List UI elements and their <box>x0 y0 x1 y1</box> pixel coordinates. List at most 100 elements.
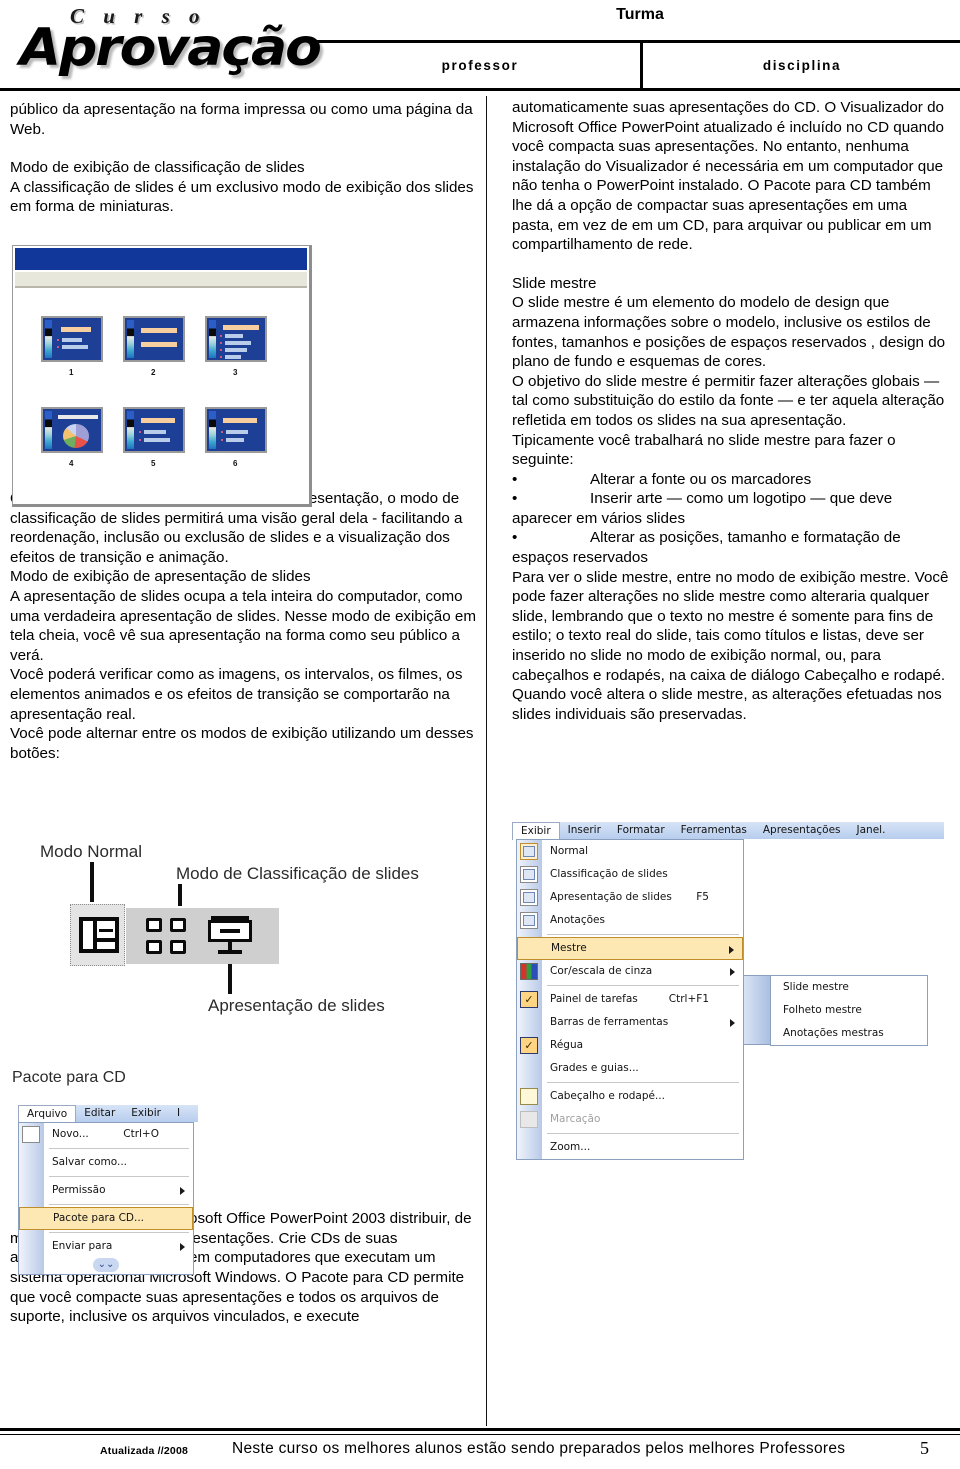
submenu-item-slide-mestre[interactable]: Slide mestre <box>771 976 927 999</box>
menu-item-permissao[interactable]: Permissão <box>19 1179 193 1202</box>
menu-item-label: Novo... <box>52 1128 89 1140</box>
menubar-item-inserir[interactable]: Inserir <box>560 822 609 839</box>
menu-item-label: Barras de ferramentas <box>550 1016 669 1028</box>
left-heading-2: Modo de exibição de apresentação de slid… <box>10 568 311 586</box>
menu-item-novo[interactable]: Novo... Ctrl+O <box>19 1123 193 1146</box>
header-disciplina-label: disciplina <box>762 58 842 73</box>
menu-item-label: Normal <box>550 845 588 857</box>
menubar-item-exibir[interactable]: Exibir <box>512 821 560 840</box>
normal-view-icon <box>79 917 119 953</box>
menu-item-label: Régua <box>550 1039 584 1051</box>
slide-left-band <box>209 411 216 449</box>
slide-thumbnail[interactable] <box>123 407 185 453</box>
checkmark-icon: ✓ <box>520 991 538 1008</box>
menu-item-cabecalho-e-rodape[interactable]: Cabeçalho e rodapé... <box>517 1085 743 1108</box>
menu-item-apresentacao-de-slides[interactable]: Apresentação de slides F5 <box>517 886 743 909</box>
menubar: Exibir Inserir Formatar Ferramentas Apre… <box>512 821 944 840</box>
slide-show-view-button[interactable] <box>208 916 252 958</box>
right-column: automaticamente suas apresentações do CD… <box>512 98 952 724</box>
menu-separator <box>49 1148 189 1149</box>
menu-item-label: Pacote para CD... <box>53 1212 145 1224</box>
left-heading-1: Modo de exibição de classificação de sli… <box>10 159 305 177</box>
menu-item-barras-de-ferramentas[interactable]: Barras de ferramentas <box>517 1011 743 1034</box>
footer-rule-bottom <box>0 1434 960 1435</box>
slide-thumbnail[interactable] <box>41 316 103 362</box>
menu-item-regua[interactable]: ✓ Régua <box>517 1034 743 1057</box>
menu-item-pacote-para-cd[interactable]: Pacote para CD... <box>19 1207 193 1230</box>
slide-sorter-view-button[interactable] <box>146 918 188 956</box>
leader-line-sorter <box>178 884 182 906</box>
menubar-item-formatar[interactable]: Formatar <box>609 822 673 839</box>
arquivo-dropdown-panel: Novo... Ctrl+O Salvar como... Permissão … <box>18 1122 194 1275</box>
markup-icon <box>520 1111 538 1128</box>
logo-aprovacao-text: Aprovação <box>19 18 322 78</box>
menubar-item-apresentacoes[interactable]: Apresentações <box>755 822 849 839</box>
menu-item-painel-de-tarefas[interactable]: ✓ Painel de tarefas Ctrl+F1 <box>517 988 743 1011</box>
right-paragraph-6: Quando você altera o slide mestre, as al… <box>512 686 942 723</box>
menubar-item-arquivo[interactable]: Arquivo <box>18 1104 77 1123</box>
header-turma-label: Turma <box>616 6 664 23</box>
menu-item-label: Classificação de slides <box>550 868 668 880</box>
pacote-para-cd-heading: Pacote para CD <box>12 1069 126 1086</box>
menu-item-enviar-para[interactable]: Enviar para <box>19 1235 193 1258</box>
left-paragraph-6: Você pode alternar entre os modos de exi… <box>10 725 474 762</box>
brand-logo: C u r s o Aprovação <box>18 2 322 84</box>
menu-item-shortcut: Ctrl+O <box>123 1128 159 1140</box>
submenu-arrow-icon <box>180 1243 185 1251</box>
slide-thumbnail[interactable] <box>205 316 267 362</box>
menu-item-normal[interactable]: Normal <box>517 840 743 863</box>
new-document-icon <box>22 1126 40 1143</box>
left-paragraph-1: público da apresentação na forma impress… <box>10 101 473 138</box>
leader-line-show <box>228 962 232 994</box>
slide-number: 1 <box>69 368 74 377</box>
header-footer-icon <box>520 1088 538 1105</box>
menu-item-grades-e-guias[interactable]: Grades e guias... <box>517 1057 743 1080</box>
slide-thumbnail[interactable] <box>41 407 103 453</box>
expand-menu-button[interactable]: ⌄⌄ <box>19 1258 193 1274</box>
bullet-marker: • <box>512 490 518 508</box>
footer-slogan: Neste curso os melhores alunos estão sen… <box>232 1440 846 1457</box>
submenu-arrow-icon <box>729 946 734 954</box>
menu-item-label: Salvar como... <box>52 1156 127 1168</box>
menubar-item-exibir[interactable]: Exibir <box>123 1105 169 1122</box>
menubar-item-editar[interactable]: Editar <box>76 1105 123 1122</box>
menu-item-anotacoes[interactable]: Anotações <box>517 909 743 932</box>
menu-item-label: Enviar para <box>52 1240 113 1252</box>
left-paragraph-2: A classificação de slides é um exclusivo… <box>10 178 474 216</box>
menu-item-label: Apresentação de slides <box>550 891 672 903</box>
bullet-marker: • <box>512 529 518 547</box>
slide-number: 5 <box>151 459 156 468</box>
left-paragraph-5: Você poderá verificar como as imagens, o… <box>10 666 463 723</box>
label-modo-normal: Modo Normal <box>40 842 143 861</box>
menu-item-label: Folheto mestre <box>783 1004 862 1016</box>
menu-separator <box>547 934 739 935</box>
menubar-item-inserir[interactable]: I <box>169 1105 188 1122</box>
submenu-connector <box>744 975 770 1045</box>
header-professor-label: professor <box>441 58 519 73</box>
leader-line-normal <box>90 862 94 902</box>
menu-item-label: Cabeçalho e rodapé... <box>550 1090 665 1102</box>
bullet-marker: • <box>512 470 518 488</box>
menu-item-classificacao-de-slides[interactable]: Classificação de slides <box>517 863 743 886</box>
menu-item-mestre[interactable]: Mestre <box>517 937 743 960</box>
slide-thumbnail[interactable] <box>205 407 267 453</box>
mestre-submenu-panel: Slide mestre Folheto mestre Anotações me… <box>770 975 928 1046</box>
submenu-item-folheto-mestre[interactable]: Folheto mestre <box>771 999 927 1022</box>
normal-view-button[interactable] <box>70 904 125 966</box>
menu-item-cor-escala-de-cinza[interactable]: Cor/escala de cinza <box>517 960 743 983</box>
header-vertical-divider <box>640 43 643 89</box>
slide-sorter-screenshot: 1 2 3 4 5 6 <box>12 245 312 507</box>
submenu-item-anotacoes-mestras[interactable]: Anotações mestras <box>771 1022 927 1045</box>
menu-item-salvar-como[interactable]: Salvar como... <box>19 1151 193 1174</box>
menu-item-zoom[interactable]: Zoom... <box>517 1136 743 1159</box>
header-rule-bottom <box>0 88 960 91</box>
normal-view-icon <box>520 843 538 860</box>
menu-item-marcacao: Marcação <box>517 1108 743 1131</box>
slide-thumbnail[interactable] <box>123 316 185 362</box>
bullet-label: Alterar a fonte ou os marcadores <box>590 470 812 488</box>
menubar-item-ferramentas[interactable]: Ferramentas <box>673 822 755 839</box>
slide-sorter-titlebar <box>15 248 307 270</box>
menubar-item-janela[interactable]: Janel. <box>849 822 894 839</box>
